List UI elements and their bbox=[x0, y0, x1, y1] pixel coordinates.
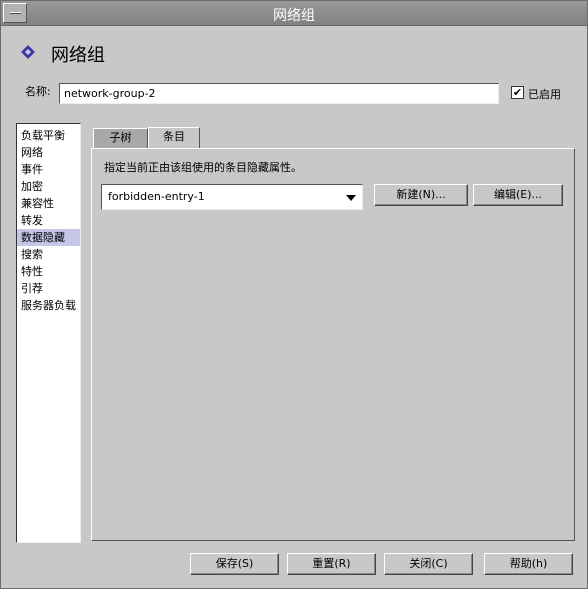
new-entry-button[interactable]: 新建(N)... bbox=[374, 184, 468, 206]
reset-button[interactable]: 重置(R) bbox=[287, 553, 376, 575]
sidebar-item-compatibility[interactable]: 兼容性 bbox=[17, 195, 80, 212]
entry-select[interactable]: forbidden-entry-1 bbox=[101, 184, 363, 210]
sidebar-item-forwarding[interactable]: 转发 bbox=[17, 212, 80, 229]
title-bar[interactable]: 网络组 bbox=[1, 1, 587, 26]
diamond-icon bbox=[21, 45, 35, 59]
sidebar-item-encryption[interactable]: 加密 bbox=[17, 178, 80, 195]
sidebar-item-network[interactable]: 网络 bbox=[17, 144, 80, 161]
sidebar-item-search[interactable]: 搜索 bbox=[17, 246, 80, 263]
window-title: 网络组 bbox=[273, 8, 315, 24]
enabled-label: 已启用 bbox=[528, 88, 561, 101]
edit-entry-button[interactable]: 编辑(E)... bbox=[473, 184, 563, 206]
sidebar-item-properties[interactable]: 特性 bbox=[17, 263, 80, 280]
entry-description: 指定当前正由该组使用的条目隐藏属性。 bbox=[104, 161, 302, 174]
sidebar-item-server-load[interactable]: 服务器负载 bbox=[17, 297, 80, 314]
tab-entry[interactable]: 条目 bbox=[148, 127, 200, 149]
dropdown-arrow-icon[interactable] bbox=[346, 195, 356, 201]
help-button[interactable]: 帮助(h) bbox=[484, 553, 573, 575]
entry-select-value: forbidden-entry-1 bbox=[108, 190, 205, 203]
sidebar-item-load-balancing[interactable]: 负载平衡 bbox=[17, 127, 80, 144]
tab-subtree[interactable]: 子树 bbox=[93, 128, 148, 148]
sidebar-item-data-hiding[interactable]: 数据隐藏 bbox=[17, 229, 80, 246]
sidebar-item-referrals[interactable]: 引荐 bbox=[17, 280, 80, 297]
page-title: 网络组 bbox=[51, 45, 105, 66]
sidebar-item-events[interactable]: 事件 bbox=[17, 161, 80, 178]
name-input[interactable] bbox=[59, 83, 499, 104]
save-button[interactable]: 保存(S) bbox=[190, 553, 279, 575]
enabled-checkbox[interactable]: ✔ bbox=[511, 86, 524, 99]
close-button[interactable]: 关闭(C) bbox=[384, 553, 473, 575]
network-group-window: 网络组 网络组 名称: ✔ 已启用 负载平衡 网络 事件 加密 兼容性 转发 数… bbox=[0, 0, 588, 589]
name-label: 名称: bbox=[25, 85, 51, 98]
category-list: 负载平衡 网络 事件 加密 兼容性 转发 数据隐藏 搜索 特性 引荐 服务器负载 bbox=[16, 123, 81, 543]
